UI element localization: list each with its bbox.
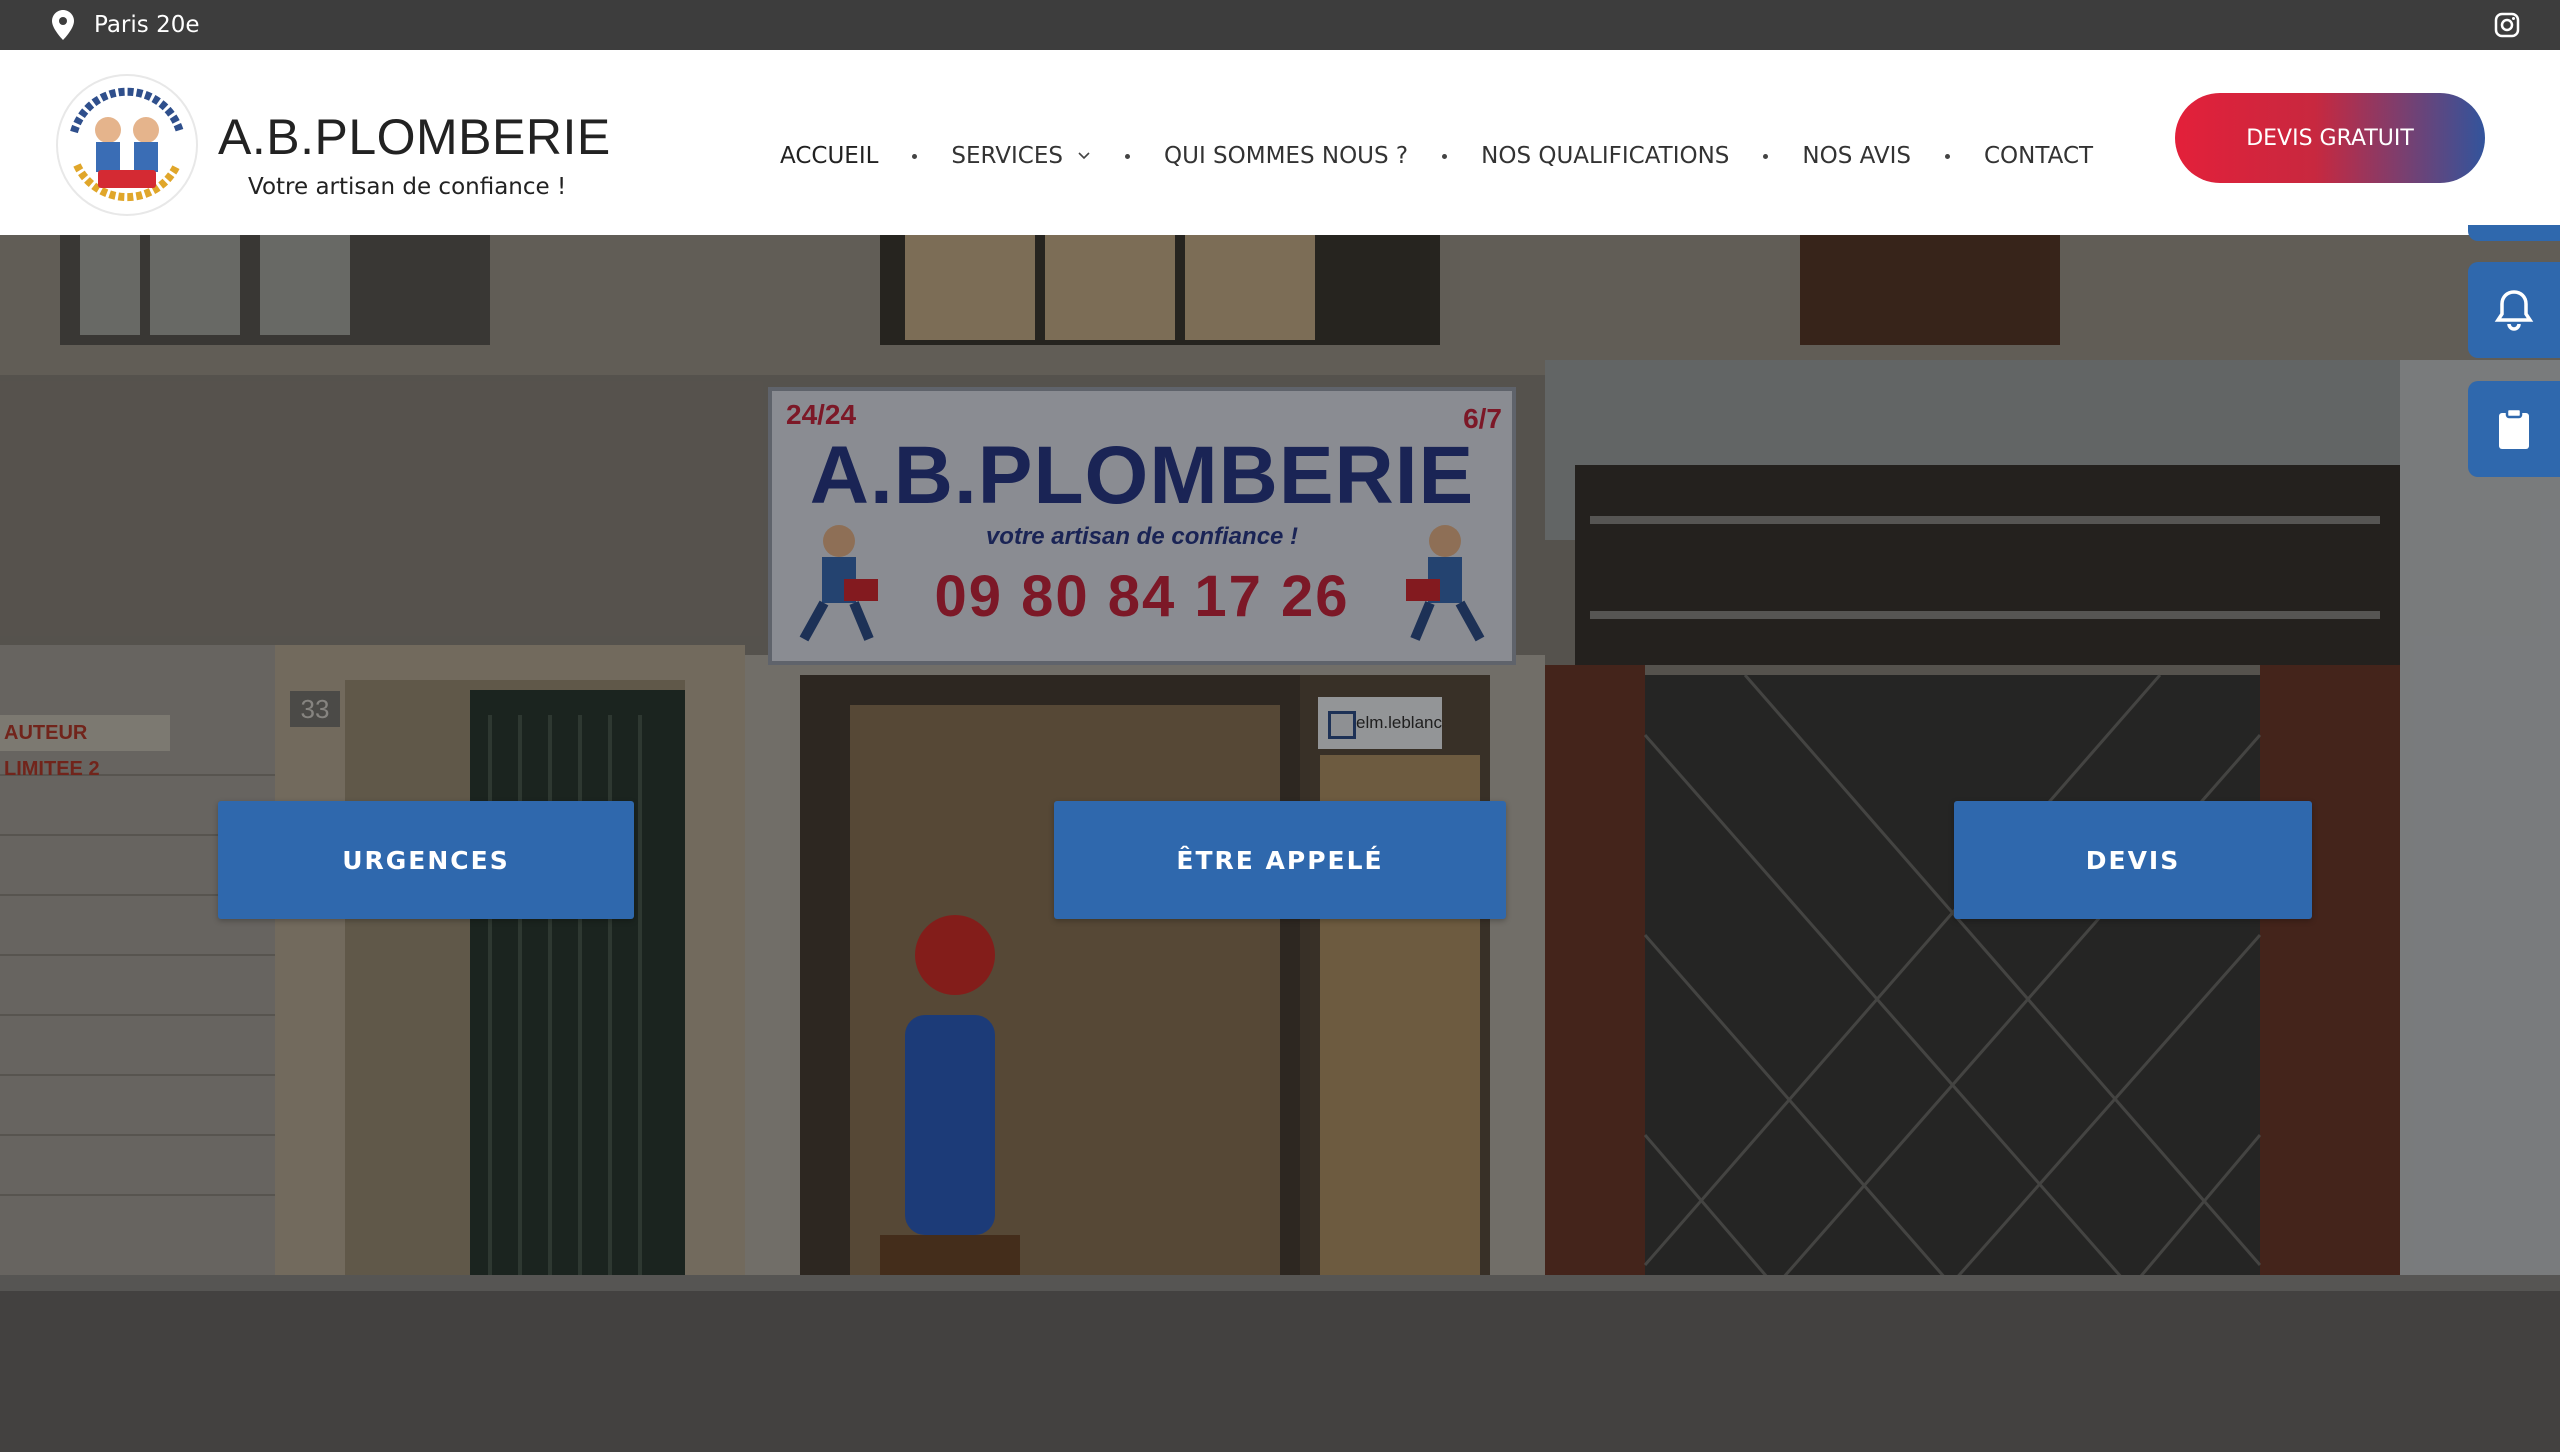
- site-logo[interactable]: A.B.PLOMBERIE Votre artisan de confiance…: [52, 70, 610, 220]
- nav-item-qui-sommes-nous[interactable]: QUI SOMMES NOUS ?: [1164, 143, 1408, 169]
- nav-separator: [1945, 153, 1950, 159]
- main-navigation: ACCUEIL SERVICES QUI SOMMES NOUS ? NOS Q…: [780, 136, 2093, 176]
- nav-separator: [1763, 153, 1769, 159]
- devis-button[interactable]: DEVIS: [1954, 801, 2312, 919]
- clipboard-icon: [2499, 407, 2529, 449]
- logo-title: A.B.PLOMBERIE: [218, 109, 611, 165]
- notification-tab[interactable]: [2468, 262, 2560, 358]
- floating-tab-edge: [2468, 225, 2560, 241]
- site-header: A.B.PLOMBERIE Votre artisan de confiance…: [0, 50, 2560, 235]
- nav-item-qualifications[interactable]: NOS QUALIFICATIONS: [1481, 143, 1729, 169]
- nav-item-accueil[interactable]: ACCUEIL: [780, 143, 878, 169]
- nav-item-avis[interactable]: NOS AVIS: [1802, 143, 1911, 169]
- callback-button[interactable]: ÊTRE APPELÉ: [1054, 801, 1506, 919]
- instagram-icon[interactable]: [2494, 12, 2520, 38]
- nav-separator: [1125, 153, 1130, 159]
- nav-item-services[interactable]: SERVICES: [951, 143, 1091, 169]
- location-info: Paris 20e: [52, 0, 200, 50]
- quote-form-tab[interactable]: [2468, 381, 2560, 477]
- map-pin-icon: [52, 10, 74, 40]
- nav-label: NOS AVIS: [1802, 143, 1911, 169]
- logo-subtitle: Votre artisan de confiance !: [248, 174, 567, 200]
- nav-label: NOS QUALIFICATIONS: [1481, 143, 1730, 169]
- chevron-down-icon: [1078, 152, 1090, 160]
- urgences-button[interactable]: URGENCES: [218, 801, 634, 919]
- nav-label: ACCUEIL: [780, 143, 879, 169]
- top-info-bar: Paris 20e: [0, 0, 2560, 50]
- nav-separator: [1442, 153, 1448, 159]
- location-text: Paris 20e: [94, 12, 200, 38]
- nav-item-contact[interactable]: CONTACT: [1984, 143, 2093, 169]
- logo-badge-icon: [56, 74, 198, 216]
- bell-icon: [2494, 290, 2534, 331]
- nav-separator: [912, 153, 918, 159]
- nav-label: SERVICES: [951, 143, 1063, 169]
- nav-label: CONTACT: [1984, 143, 2094, 169]
- free-quote-button[interactable]: DEVIS GRATUIT: [2175, 93, 2485, 183]
- hero-section: 24/24 6/7 A.B.PLOMBERIE votre artisan de…: [0, 235, 2560, 1452]
- nav-label: QUI SOMMES NOUS ?: [1164, 143, 1409, 169]
